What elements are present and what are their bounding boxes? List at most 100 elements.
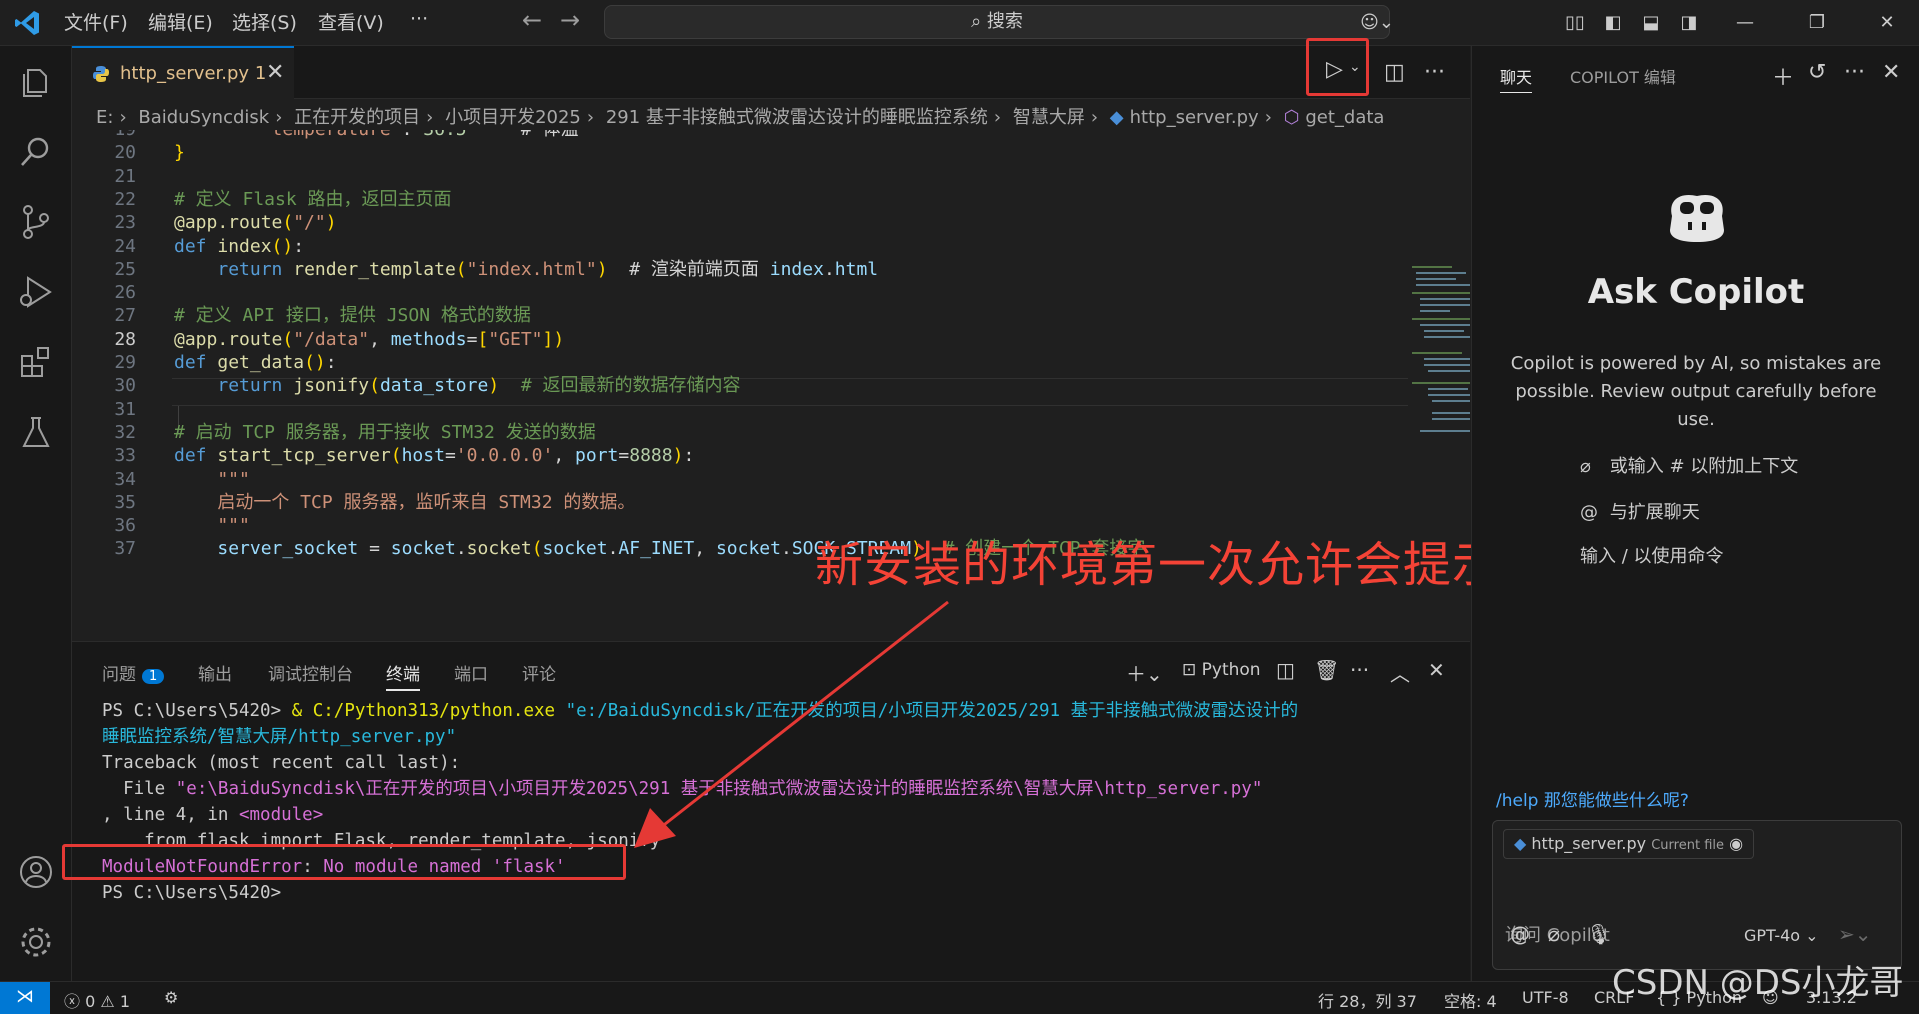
tab-output[interactable]: 输出	[198, 660, 232, 685]
new-chat-plus-icon[interactable]: ＋	[1772, 60, 1794, 92]
menu-selection[interactable]: 选择(S)	[232, 8, 297, 35]
close-tab-icon[interactable]: ✕	[266, 60, 284, 85]
current-file-context-chip[interactable]: ◆ http_server.py Current file ◉	[1503, 829, 1755, 859]
close-window-icon[interactable]: ✕	[1872, 8, 1902, 38]
new-terminal-icon[interactable]: ＋⌄	[1126, 658, 1163, 687]
at-icon: @	[1580, 502, 1598, 523]
more-chat-actions-icon[interactable]: ···	[1844, 60, 1865, 85]
remote-indicator[interactable]: ⋊	[0, 982, 50, 1014]
tab-comments[interactable]: 评论	[522, 660, 556, 685]
command-center-search[interactable]: ⌕ 搜索	[604, 5, 1390, 39]
encoding[interactable]: UTF-8	[1522, 988, 1569, 1007]
activity-bar	[0, 46, 72, 981]
breadcrumb-item[interactable]: 智慧大屏	[1013, 107, 1085, 128]
breadcrumb-item[interactable]: E:	[96, 107, 113, 128]
problems-status[interactable]: ⓧ 0 ⚠ 1	[64, 988, 130, 1012]
breadcrumb-item[interactable]: 291 基于非接触式微波雷达设计的睡眠监控系统	[606, 107, 988, 128]
line-code: "temperature": 36.5 # 体温	[174, 130, 579, 144]
toggle-secondary-sidebar-icon[interactable]: ◨	[1674, 8, 1704, 38]
forward-arrow-icon[interactable]: →	[560, 6, 580, 34]
attach-paperclip-icon[interactable]: ⌀	[1548, 922, 1560, 946]
breadcrumb-item[interactable]: http_server.py	[1130, 107, 1259, 128]
tab-copilot-edits[interactable]: COPILOT 编辑	[1570, 64, 1676, 88]
more-actions-icon[interactable]: ···	[1424, 60, 1445, 85]
tab-terminal[interactable]: 终端	[386, 660, 420, 691]
close-panel-icon[interactable]: ✕	[1428, 658, 1445, 682]
extensions-icon[interactable]	[16, 342, 56, 382]
account-icon[interactable]	[16, 852, 56, 892]
copilot-menu-icon[interactable]: ☺⌄	[1352, 8, 1402, 38]
toggle-panel-icon[interactable]: ⬓	[1636, 8, 1666, 38]
minimize-icon[interactable]: —	[1730, 8, 1760, 38]
chat-input-box[interactable]: ◆ http_server.py Current file ◉ 询问 Copil…	[1492, 820, 1902, 970]
tab-label: http_server.py 1	[120, 63, 267, 84]
menu-edit[interactable]: 编辑(E)	[148, 8, 213, 35]
split-editor-icon[interactable]: ◫	[1384, 60, 1405, 85]
line-code: return render_template("index.html") # 渲…	[217, 258, 879, 280]
indentation[interactable]: 空格: 4	[1444, 988, 1497, 1012]
terminal-icon: ⊡	[1182, 660, 1197, 680]
kill-terminal-trash-icon[interactable]: 🗑	[1314, 658, 1339, 682]
copilot-logo-icon	[1670, 194, 1724, 242]
maximize-panel-icon[interactable]: ︿	[1390, 658, 1410, 687]
send-icon[interactable]: ➢⌄	[1838, 922, 1872, 946]
toggle-primary-sidebar-icon[interactable]: ◧	[1598, 8, 1628, 38]
warning-icon: ⚠	[100, 992, 115, 1011]
vscode-logo-icon	[15, 11, 39, 35]
annotation-text: 新安装的环境第一次允许会提示	[815, 537, 1502, 593]
explorer-icon[interactable]	[16, 62, 56, 102]
tab-http-server[interactable]: http_server.py 1 ✕	[72, 46, 294, 99]
breadcrumb-item[interactable]: 小项目开发2025	[445, 107, 581, 128]
split-terminal-icon[interactable]: ◫	[1276, 658, 1295, 682]
terminal-cmd-arg: "e:/BaiduSyncdisk/正在开发的项目/小项目开发2025/291 …	[565, 701, 1299, 721]
run-debug-icon[interactable]	[16, 272, 56, 312]
terminal-file-path: "e:\BaiduSyncdisk\正在开发的项目\小项目开发2025\291 …	[175, 779, 1263, 799]
tab-problems[interactable]: 问题 1	[102, 660, 165, 685]
search-icon[interactable]	[16, 132, 56, 172]
help-suggestion-link[interactable]: /help 那您能做些什么呢?	[1496, 786, 1689, 811]
search-icon: ⌕	[971, 11, 987, 32]
chevron-down-icon[interactable]: ⌄	[1349, 59, 1361, 75]
minimap[interactable]	[1412, 262, 1470, 452]
line-code: return jsonify(data_store) # 返回最新的数据存储内容	[217, 375, 741, 397]
hint-chat-extensions: @ 与扩展聊天	[1580, 502, 1700, 523]
history-icon[interactable]: ↺	[1808, 60, 1826, 85]
terminal-profile[interactable]: ⊡ Python	[1182, 660, 1261, 680]
breadcrumb-item[interactable]: 正在开发的项目	[294, 107, 420, 128]
mention-at-icon[interactable]: @	[1510, 922, 1530, 946]
source-control-icon[interactable]	[16, 202, 56, 242]
menu-more[interactable]: ···	[410, 8, 428, 30]
terminal-prompt: PS C:\Users\5420>	[102, 883, 292, 903]
tab-debug-console[interactable]: 调试控制台	[268, 660, 353, 685]
run-python-file-button[interactable]: ▷ ⌄	[1306, 38, 1369, 96]
breadcrumb-item[interactable]: BaiduSyncdisk	[138, 107, 269, 128]
eye-icon[interactable]: ◉	[1729, 834, 1743, 853]
problems-badge: 1	[142, 669, 165, 684]
testing-flask-icon[interactable]	[16, 412, 56, 452]
close-chat-icon[interactable]: ✕	[1882, 60, 1900, 85]
python-file-icon: ◆	[1109, 107, 1124, 128]
copilot-chat-sidebar: 聊天 COPILOT 编辑 ＋ ↺ ··· ✕ Ask Copilot Copi…	[1471, 46, 1919, 981]
menu-view[interactable]: 查看(V)	[318, 8, 384, 35]
terminal-line-info: , line 4, in	[102, 805, 239, 825]
debug-status-icon[interactable]: ⚙	[164, 988, 178, 1007]
settings-gear-icon[interactable]	[16, 922, 56, 962]
layout-customize-icon[interactable]: ▯▯	[1560, 8, 1590, 38]
microphone-icon[interactable]: 🎙	[1586, 922, 1611, 946]
remote-icon: ⋊	[16, 986, 34, 1007]
tab-chat[interactable]: 聊天	[1500, 64, 1533, 93]
back-arrow-icon[interactable]: ←	[522, 6, 542, 34]
watermark: CSDN @DS小龙哥	[1612, 963, 1904, 1003]
tab-ports[interactable]: 端口	[454, 660, 488, 685]
restore-icon[interactable]: ❐	[1802, 8, 1832, 38]
more-terminal-actions-icon[interactable]: ···	[1350, 658, 1369, 682]
menu-file[interactable]: 文件(F)	[64, 8, 128, 35]
cursor-position[interactable]: 行 28，列 37	[1318, 988, 1417, 1012]
terminal-file-prefix: File	[102, 779, 176, 799]
editor-tab-bar: http_server.py 1 ✕	[72, 46, 1470, 99]
paperclip-icon: ⌀	[1580, 456, 1591, 477]
model-picker[interactable]: GPT-4o ⌄	[1744, 926, 1819, 945]
copilot-description: Copilot is powered by AI, so mistakes ar…	[1510, 353, 1882, 430]
breadcrumb-item[interactable]: get_data	[1305, 107, 1384, 128]
error-highlight-box	[62, 844, 626, 880]
